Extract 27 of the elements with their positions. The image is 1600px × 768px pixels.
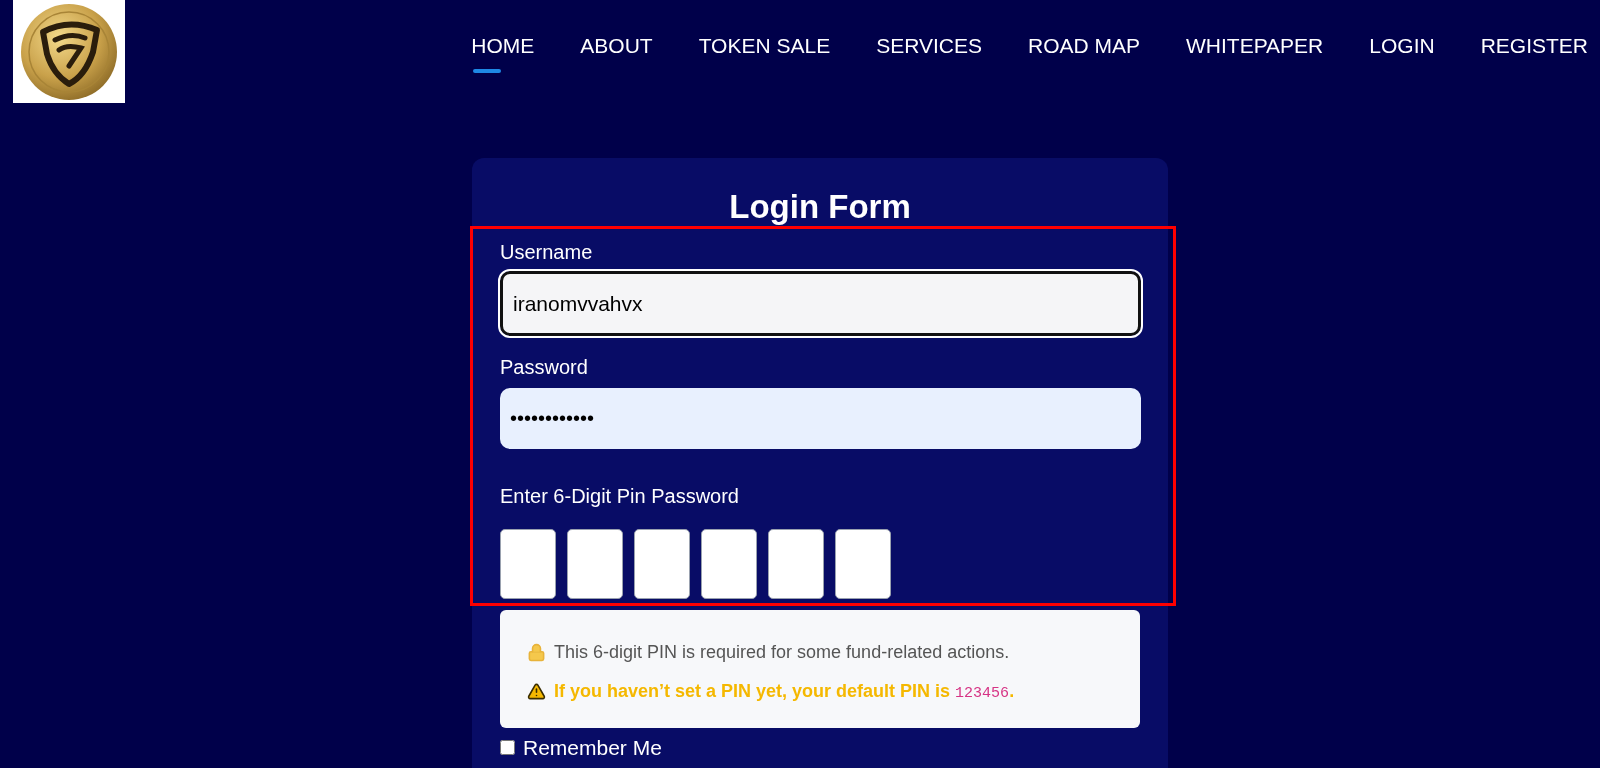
field-label: Password bbox=[500, 355, 589, 380]
pin-digit-field[interactable] bbox=[567, 529, 623, 599]
checkbox-label: Remember Me bbox=[523, 735, 662, 760]
field-label: Enter 6-Digit Pin Password bbox=[500, 484, 740, 509]
active-indicator bbox=[473, 69, 502, 73]
pin-digit-field[interactable] bbox=[634, 529, 690, 599]
pin-digit-field[interactable] bbox=[835, 529, 891, 599]
warning-icon bbox=[527, 682, 546, 702]
nav-link[interactable]: REGISTER bbox=[1480, 33, 1588, 73]
pin-digit-field[interactable] bbox=[701, 529, 757, 599]
info-text: This 6-digit PIN is required for some fund-related actions. bbox=[554, 641, 1010, 664]
nav-link[interactable]: WHITEPAPER bbox=[1186, 33, 1324, 73]
username-field[interactable]: iranomvvahvx bbox=[500, 271, 1141, 336]
remember-checkbox[interactable] bbox=[500, 740, 515, 755]
nav-link[interactable]: ROAD MAP bbox=[1027, 33, 1140, 73]
form-title: Login Form bbox=[728, 188, 912, 226]
pin-digit-field[interactable] bbox=[500, 529, 556, 599]
nav-link[interactable]: HOME bbox=[471, 33, 535, 73]
nav-link[interactable]: ABOUT bbox=[580, 33, 653, 73]
lock-icon bbox=[527, 643, 546, 662]
field-label: Username bbox=[500, 240, 594, 265]
nav-link[interactable]: LOGIN bbox=[1369, 33, 1435, 73]
nav-link[interactable]: TOKEN SALE bbox=[698, 33, 831, 73]
pin-digit-field[interactable] bbox=[768, 529, 824, 599]
password-field[interactable]: •••••••••••• bbox=[500, 388, 1141, 449]
warning-text: If you haven’t set a PIN yet, your default PIN is 123456. bbox=[554, 680, 1015, 704]
nav-link[interactable]: SERVICES bbox=[876, 33, 982, 73]
